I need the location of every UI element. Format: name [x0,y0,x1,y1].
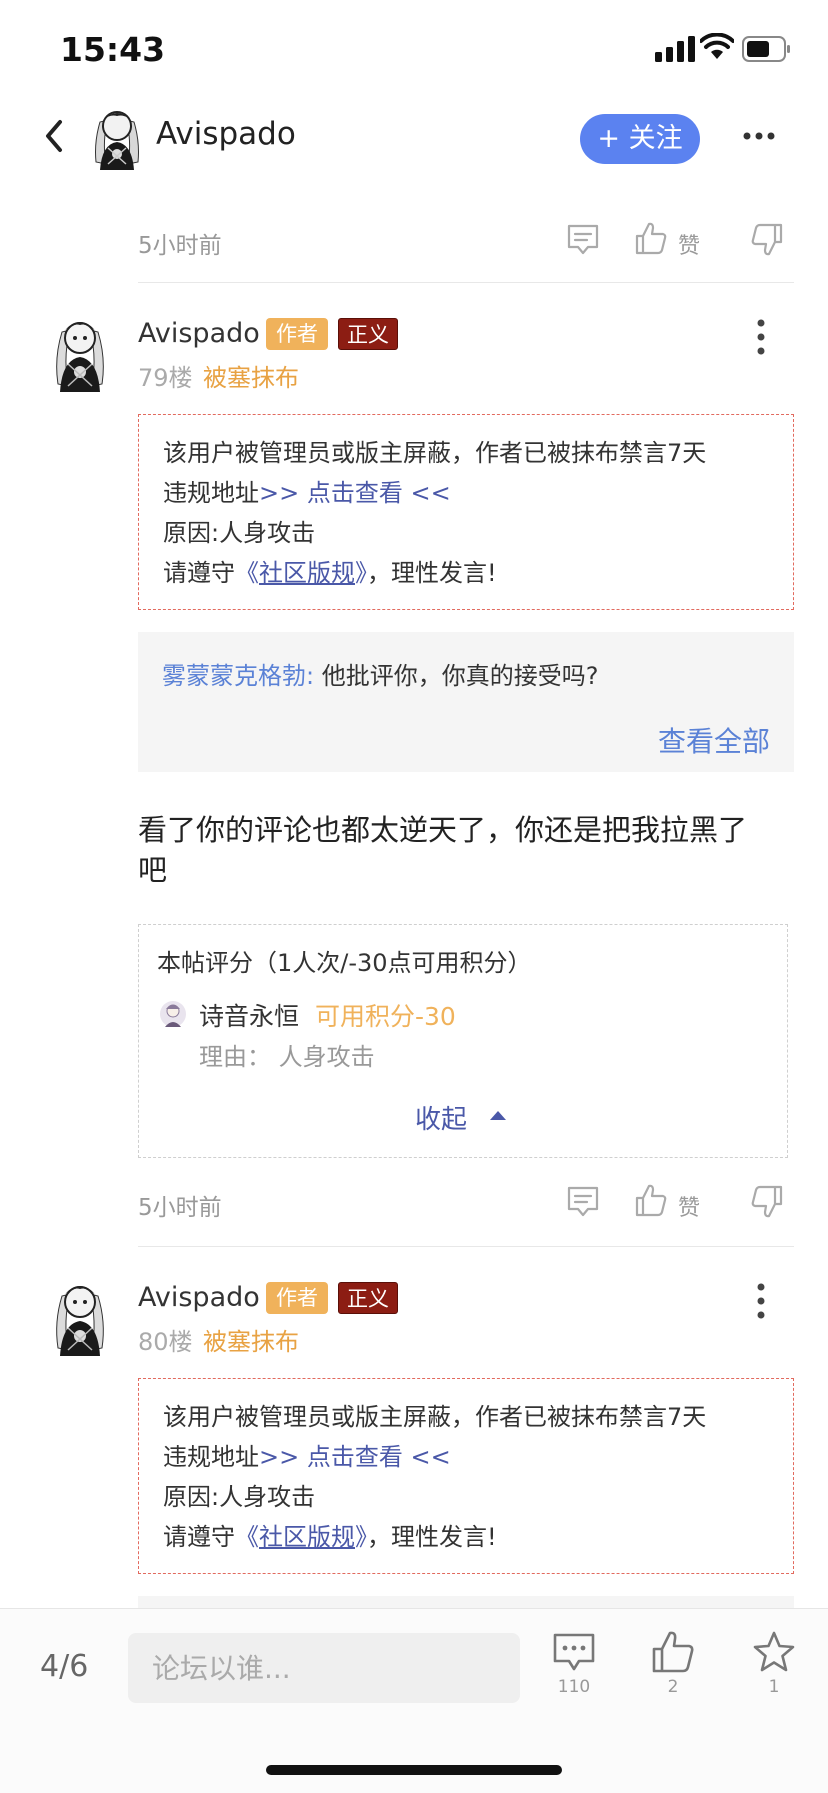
favorite-button[interactable]: 1 [744,1629,804,1709]
notice-reason: 原因:人身攻击 [163,519,316,547]
rating-panel: 本帖评分（1人次/-30点可用积分） 诗音永恒 可用积分-30 理由： 人身攻击… [138,924,788,1158]
view-all-link[interactable]: 查看全部 [658,720,770,760]
justice-badge: 正义 [338,1282,398,1314]
comment-count: 110 [557,1677,591,1697]
dislike-thumb-icon[interactable] [750,1184,784,1220]
like-label[interactable]: 赞 [678,228,700,260]
notice-reason: 原因:人身攻击 [163,1483,316,1511]
dislike-thumb-icon[interactable] [750,222,784,258]
reply-input[interactable] [128,1633,520,1703]
notice-rules-row: 请遵守《社区版规》，理性发言! [163,1517,793,1557]
notice-rules-prefix: 请遵守 [163,559,235,587]
follow-button[interactable]: + 关注 [580,114,700,164]
reply-icon[interactable] [566,1184,600,1218]
like-button[interactable]: 2 [643,1629,703,1709]
star-icon [753,1631,795,1672]
notice-rules-suffix: ，理性发言! [367,559,497,587]
quote-author[interactable]: 雾蒙蒙克格勃: [162,662,314,690]
comment-body: 看了你的评论也都太逆天了，你还是把我拉黑了 吧 [138,810,794,890]
justice-badge: 正义 [338,318,398,350]
community-rules-link[interactable]: 社区版规 [259,559,355,587]
comment-bubble-icon [553,1633,595,1671]
back-chevron-icon[interactable] [40,118,70,154]
status-time: 15:43 [60,30,166,69]
comment-line: 看了你的评论也都太逆天了，你还是把我拉黑了 [138,813,748,847]
floor-number: 79楼 [138,364,193,392]
notice-text: 该用户被管理员或版主屏蔽，作者已被抹布禁言7天 [163,439,707,467]
favorite-count: 1 [768,1677,780,1697]
rules-bracket-close: 》 [355,1523,367,1551]
user-status-label: 被塞抹布 [203,1328,299,1356]
post-actions: 5小时前 赞 [138,1178,794,1228]
post-username[interactable]: Avispado [138,318,260,349]
community-rules-link[interactable]: 社区版规 [259,1523,355,1551]
rules-bracket-open: 《 [235,559,259,587]
notice-text: 该用户被管理员或版主屏蔽，作者已被抹布禁言7天 [163,1403,707,1431]
notice-violation-row: 违规地址>> 点击查看 << [163,1437,793,1477]
ban-notice: 该用户被管理员或版主屏蔽，作者已被抹布禁言7天 违规地址>> 点击查看 << 原… [138,1378,794,1574]
like-label[interactable]: 赞 [678,1190,700,1222]
header-username[interactable]: Avispado [156,116,296,152]
like-thumb-icon[interactable] [634,1182,668,1218]
post-time: 5小时前 [138,233,222,259]
notice-rules-row: 请遵守《社区版规》，理性发言! [163,553,793,593]
ban-notice: 该用户被管理员或版主屏蔽，作者已被抹布禁言7天 违规地址>> 点击查看 << 原… [138,414,794,610]
quoted-reply[interactable]: 雾蒙蒙克格勃: 他批评你，你真的接受吗? 查看全部 [138,632,794,772]
page-indicator[interactable]: 4/6 [40,1649,88,1684]
rules-bracket-close: 》 [355,559,367,587]
like-count: 2 [667,1677,679,1697]
post-list[interactable]: 5小时前 赞 Avispado 作者 正义 79楼 被塞抹布 该用户被管理员或版… [0,182,828,1608]
rater-avatar[interactable] [159,999,187,1029]
violation-link[interactable]: >> 点击查看 << [259,1443,451,1471]
home-indicator[interactable] [266,1765,562,1775]
previous-post-actions: 5小时前 赞 [138,216,794,266]
author-badge: 作者 [266,1282,328,1314]
more-options-icon[interactable] [742,130,776,142]
quote-text: 他批评你，你真的接受吗? [314,662,599,690]
post-more-icon[interactable] [754,318,768,356]
wifi-icon [700,33,734,59]
post-username[interactable]: Avispado [138,1282,260,1313]
rating-title: 本帖评分（1人次/-30点可用积分） [157,949,532,977]
rules-bracket-open: 《 [235,1523,259,1551]
rater-points: 可用积分-30 [315,1002,456,1031]
cellular-signal-icon [655,36,695,62]
collapse-button[interactable]: 收起 [415,1099,467,1136]
post-more-icon[interactable] [754,1282,768,1320]
notice-violation-label: 违规地址 [163,1443,259,1471]
post-time: 5小时前 [138,1195,222,1221]
user-status-label: 被塞抹布 [203,364,299,392]
like-thumb-icon [652,1631,694,1673]
caret-up-icon[interactable] [489,1109,507,1121]
notice-violation-row: 违规地址>> 点击查看 << [163,473,793,513]
bottom-bar: 4/6 110 2 1 [0,1608,828,1793]
violation-link[interactable]: >> 点击查看 << [259,479,451,507]
quoted-reply[interactable] [138,1596,794,1608]
rating-reason: 理由： 人身攻击 [199,1043,375,1071]
avatar[interactable] [48,1276,112,1356]
thread-header: Avispado + 关注 [0,90,828,182]
quote-line: 雾蒙蒙克格勃: 他批评你，你真的接受吗? [162,656,598,691]
like-thumb-icon[interactable] [634,220,668,256]
post-divider [138,1246,794,1247]
notice-violation-label: 违规地址 [163,479,259,507]
status-bar: 15:43 [0,0,828,90]
floor-number: 80楼 [138,1328,193,1356]
battery-icon [742,36,790,62]
notice-rules-suffix: ，理性发言! [367,1523,497,1551]
comment-line: 吧 [138,853,168,887]
reply-icon[interactable] [566,222,600,256]
comments-button[interactable]: 110 [544,1629,604,1709]
author-badge: 作者 [266,318,328,350]
avatar[interactable] [48,312,112,392]
rater-name[interactable]: 诗音永恒 [199,997,299,1033]
avatar[interactable] [86,104,148,170]
post-divider [138,282,794,283]
notice-rules-prefix: 请遵守 [163,1523,235,1551]
